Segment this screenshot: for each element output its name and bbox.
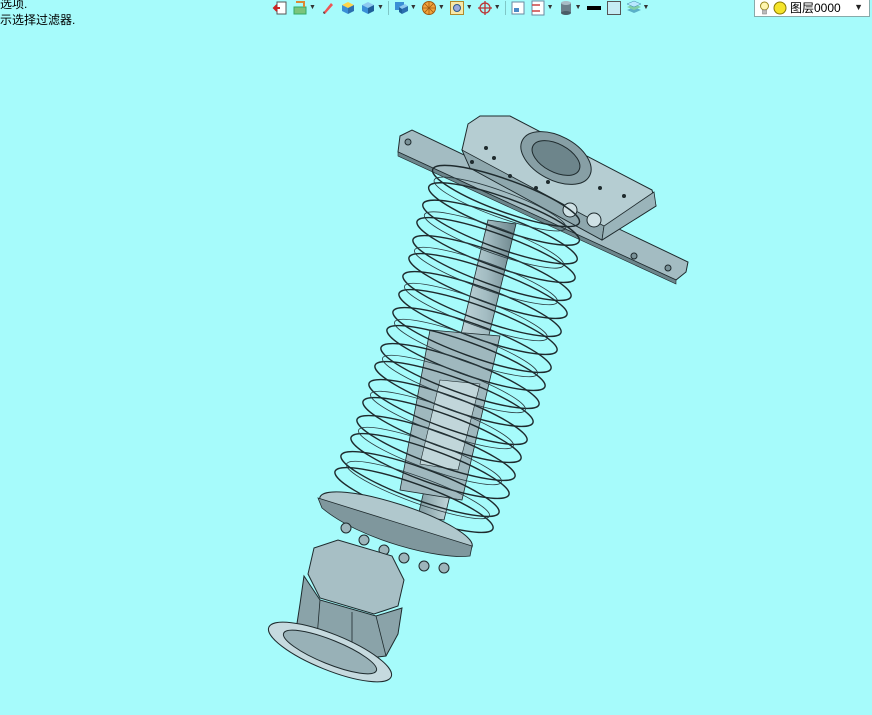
chevron-down-icon: ▼ (574, 4, 582, 11)
layer-stack-icon (625, 0, 642, 13)
chevron-down-icon: ▼ (409, 4, 417, 11)
hex-nut-connector (267, 539, 405, 683)
pencil-button[interactable] (320, 0, 336, 16)
zoom-window-button[interactable]: ▼ (449, 0, 473, 16)
chevron-down-icon: ▼ (437, 4, 445, 11)
orange-sphere-icon (421, 1, 436, 15)
render-style-button[interactable]: ▼ (421, 0, 445, 16)
layer-select[interactable]: 图层0000 ▼ (754, 0, 870, 17)
zoom-window-icon (449, 1, 464, 15)
cylinder-button[interactable]: ▼ (558, 0, 582, 16)
origin-button[interactable]: ▼ (477, 0, 501, 16)
crosshair-icon (477, 1, 492, 15)
solid-box-icon (341, 2, 354, 14)
fill-color-icon (606, 1, 621, 15)
chevron-down-icon: ▼ (642, 4, 650, 11)
box-view-button[interactable]: ▼ (360, 0, 384, 16)
display-mode-button[interactable]: ▼ (393, 0, 417, 16)
yellow-dot-icon[interactable] (773, 1, 787, 15)
ruler-icon (531, 0, 545, 16)
status-hint-line-1: 选项. (0, 0, 28, 11)
ruler-button[interactable]: ▼ (530, 0, 554, 16)
model-viewport[interactable] (0, 20, 872, 715)
chevron-down-icon: ▼ (309, 4, 316, 11)
chevron-down-icon: ▼ (546, 4, 554, 11)
line-color-icon (586, 6, 601, 10)
lightbulb-icon[interactable] (759, 1, 770, 15)
box-view-icon (361, 2, 374, 14)
fill-color-button[interactable] (606, 0, 622, 16)
current-layer-label: 图层0000 (790, 1, 841, 15)
solid-box-button[interactable] (340, 0, 356, 16)
toolbar-separator (387, 1, 389, 15)
exit-sketch-icon (272, 1, 287, 15)
toolbar-separator (504, 1, 506, 15)
grid-button[interactable] (510, 0, 526, 16)
central-shaft (399, 219, 517, 521)
sketch-tools-icon (293, 1, 307, 15)
layer-manager-button[interactable]: ▼ (625, 0, 650, 16)
chevron-down-icon: ▼ (465, 4, 473, 11)
cylinder-icon (560, 1, 571, 15)
grid-icon (511, 1, 525, 15)
chevron-down-icon: ▼ (493, 4, 501, 11)
chevron-down-icon: ▼ (376, 4, 384, 11)
pencil-icon (322, 3, 333, 14)
display-mode-icon (394, 2, 408, 14)
exit-sketch-button[interactable] (272, 0, 288, 16)
sketch-tools-button[interactable]: ▼ (292, 0, 316, 16)
line-color-button[interactable] (586, 0, 602, 16)
view-toolbar: ▼ ▼ ▼ ▼ ▼ ▼ ▼ ▼ ▼ (272, 0, 653, 16)
chevron-down-icon[interactable]: ▼ (854, 0, 863, 16)
